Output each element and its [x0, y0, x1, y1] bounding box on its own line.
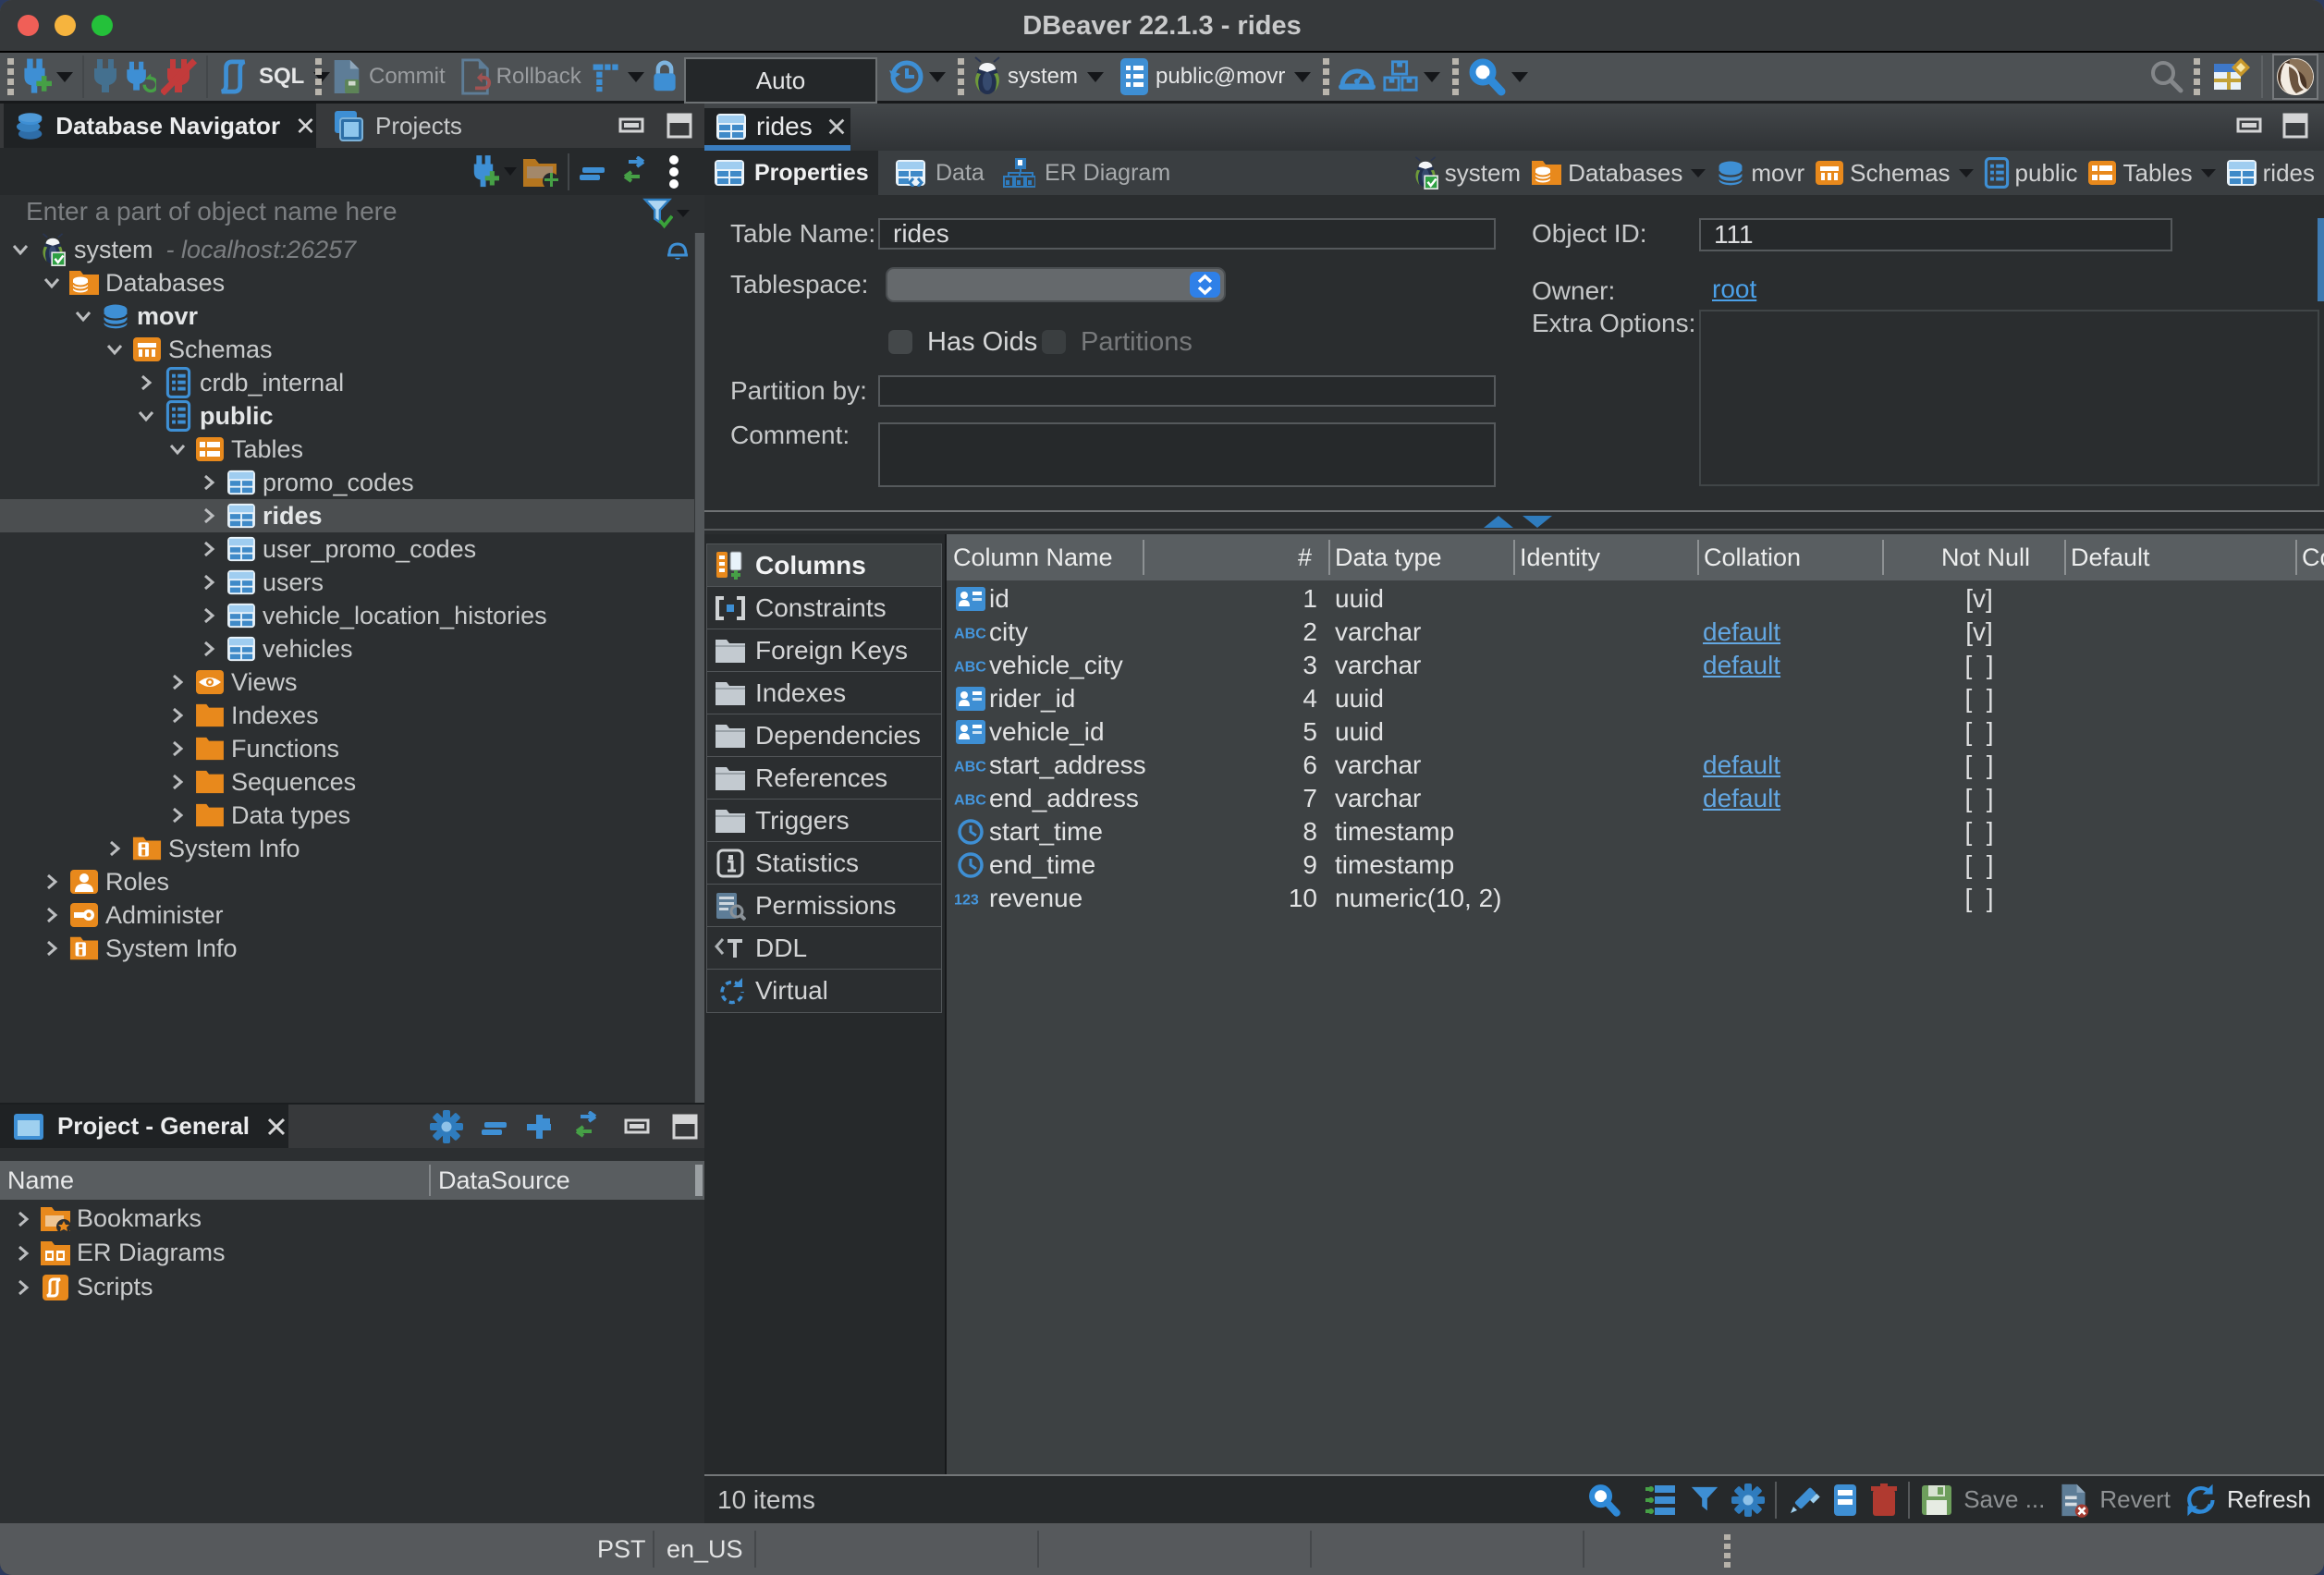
svg-text:ABC: ABC: [954, 759, 986, 775]
svg-text:123: 123: [954, 892, 979, 909]
svg-text:ABC: ABC: [954, 792, 986, 809]
svg-text:ABC: ABC: [954, 659, 986, 676]
svg-text:ABC: ABC: [954, 626, 986, 642]
